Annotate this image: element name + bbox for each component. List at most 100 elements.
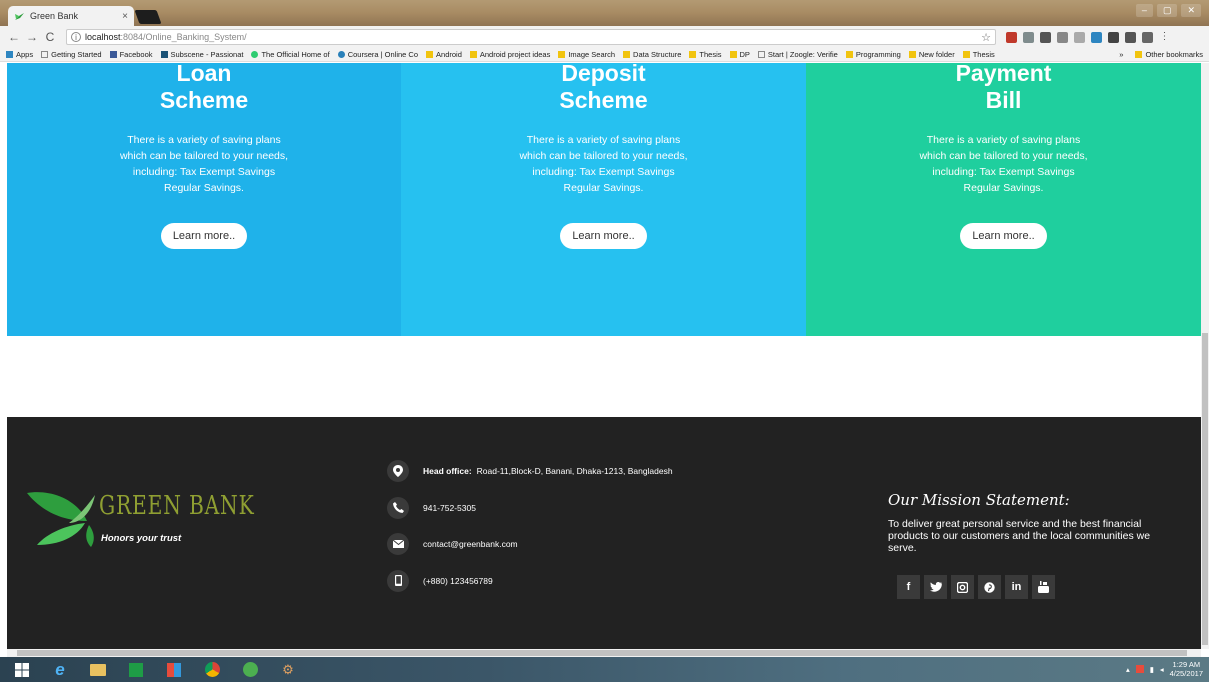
bookmark-item[interactable]: DP	[729, 50, 750, 59]
extension-icon[interactable]	[1108, 31, 1119, 43]
bookmark-item[interactable]: Thesis	[689, 50, 722, 59]
extension-blue-icon[interactable]	[1091, 31, 1102, 43]
horizontal-scrollbar[interactable]	[7, 649, 1201, 657]
bookmark-item[interactable]: Thesis	[962, 50, 995, 59]
mission-text: To deliver great personal service and th…	[888, 518, 1151, 554]
learn-more-button[interactable]: Learn more..	[560, 223, 647, 249]
new-tab-button[interactable]	[134, 10, 162, 24]
back-icon[interactable]: ←	[6, 30, 22, 44]
mobile-phone-icon	[387, 569, 409, 592]
instagram-icon[interactable]	[951, 575, 974, 599]
loan-scheme-card: Loan Scheme There is a variety of saving…	[7, 63, 401, 336]
extensions-area: ⋮	[1006, 31, 1170, 43]
twitter-icon[interactable]	[924, 575, 947, 599]
bookmark-item[interactable]: The Official Home of	[251, 50, 330, 59]
bookmark-item[interactable]: New folder	[908, 50, 955, 59]
folder-icon	[908, 51, 916, 58]
folder-icon	[558, 51, 566, 58]
browser-tab-bar: Green Bank × – ▢ ✕	[0, 0, 1209, 26]
shield-icon[interactable]	[1142, 31, 1153, 43]
deposit-scheme-card: Deposit Scheme There is a variety of sav…	[401, 63, 806, 336]
facebook-icon[interactable]: f	[897, 575, 920, 599]
cloud-icon[interactable]	[1040, 31, 1051, 43]
taskbar-clock[interactable]: 1:29 AM 4/25/2017	[1170, 660, 1203, 678]
file-explorer-icon[interactable]	[82, 659, 114, 680]
volume-icon[interactable]: ◂	[1160, 665, 1164, 674]
learn-more-button[interactable]: Learn more..	[960, 223, 1047, 249]
chrome-icon[interactable]	[196, 659, 228, 680]
folder-icon	[845, 51, 853, 58]
scheme-description: There is a variety of saving plans which…	[119, 134, 289, 194]
contact-head-office: Head office: Road-11,Block-D, Banani, Dh…	[387, 460, 673, 482]
tray-chevron-icon[interactable]: ▴	[1126, 665, 1130, 674]
bookmark-item[interactable]: Getting Started	[41, 50, 102, 59]
vertical-scrollbar[interactable]	[1201, 63, 1209, 649]
envelope-icon	[387, 533, 409, 555]
system-tray: ▴ ▮ ◂ 1:29 AM 4/25/2017	[1126, 660, 1203, 678]
folder-icon	[962, 51, 970, 58]
contact-mobile: (+880) 123456789	[387, 569, 673, 592]
window-close-icon[interactable]: ✕	[1181, 4, 1201, 17]
bookmarks-bar: Apps Getting Started Facebook Subscene -…	[0, 48, 1209, 62]
url-path: :8084/Online_Banking_System/	[120, 32, 247, 42]
learn-more-button[interactable]: Learn more..	[160, 223, 248, 249]
bookmark-item[interactable]: Start | Zoogle: Verifie	[757, 50, 838, 59]
contact-email: contact@greenbank.com	[387, 533, 673, 555]
bookmarks-overflow-icon[interactable]: »	[1119, 50, 1123, 59]
internet-explorer-icon[interactable]: e	[44, 659, 76, 680]
youtube-icon[interactable]	[1032, 575, 1055, 599]
pinterest-icon[interactable]	[978, 575, 1001, 599]
app-colorful-icon[interactable]	[158, 659, 190, 680]
extension-icon[interactable]	[1057, 31, 1068, 43]
browser-tab[interactable]: Green Bank ×	[8, 6, 134, 26]
apps-grid-icon	[6, 51, 13, 58]
mail-icon[interactable]	[1125, 31, 1136, 43]
phone-icon	[387, 496, 409, 519]
bookmark-item[interactable]: Programming	[845, 50, 901, 59]
bookmark-item[interactable]: Data Structure	[623, 50, 681, 59]
forward-icon[interactable]: →	[24, 30, 40, 44]
extension-icon[interactable]	[1074, 31, 1085, 43]
network-icon[interactable]: ▮	[1150, 665, 1154, 674]
bookmark-item[interactable]: Apps	[6, 50, 33, 59]
tray-red-icon[interactable]	[1135, 665, 1144, 673]
folder-icon	[623, 51, 631, 58]
logo-wordmark: GREEN BANK	[99, 491, 255, 521]
scrollbar-thumb[interactable]	[1202, 333, 1208, 645]
reload-icon[interactable]: C	[42, 30, 58, 44]
globe-app-icon[interactable]	[234, 659, 266, 680]
minimize-icon[interactable]: –	[1135, 4, 1153, 17]
mission-title: Our Mission Statement:	[888, 491, 1070, 509]
linkedin-icon[interactable]: in	[1005, 575, 1028, 599]
info-icon[interactable]: i	[71, 32, 81, 42]
store-icon[interactable]	[120, 659, 152, 680]
page-icon	[41, 51, 49, 58]
bookmark-item[interactable]: Coursera | Online Co	[337, 50, 418, 59]
folder-icon	[729, 51, 737, 58]
location-pin-icon	[387, 460, 409, 482]
scheme-description: There is a variety of saving plans which…	[519, 134, 688, 194]
scrollbar-thumb[interactable]	[17, 650, 1187, 656]
bookmark-item[interactable]: Android	[426, 50, 462, 59]
bookmark-star-icon[interactable]: ☆	[981, 31, 991, 44]
other-bookmarks[interactable]: » Other bookmarks	[1119, 50, 1203, 59]
bookmark-item[interactable]: Android project ideas	[469, 50, 550, 59]
taskbar-apps: e ⚙	[6, 659, 304, 680]
site-footer: GREEN BANK Honors your trust Head office…	[7, 417, 1201, 649]
page-icon	[757, 51, 765, 58]
folder-icon	[426, 51, 434, 58]
extension-gray-icon[interactable]	[1023, 31, 1034, 43]
payment-bill-card: Payment Bill There is a variety of savin…	[806, 63, 1201, 336]
coursera-icon	[337, 51, 345, 58]
bookmark-item[interactable]: Facebook	[109, 50, 153, 59]
extension-red-icon[interactable]	[1006, 31, 1017, 43]
windows-start-icon[interactable]	[6, 659, 38, 680]
tab-close-icon[interactable]: ×	[122, 11, 128, 22]
menu-kebab-icon[interactable]: ⋮	[1159, 31, 1170, 43]
url-host: localhost	[85, 32, 121, 42]
bookmark-item[interactable]: Subscene - Passionat	[160, 50, 243, 59]
bookmark-item[interactable]: Image Search	[558, 50, 615, 59]
settings-gear-icon[interactable]: ⚙	[272, 659, 304, 680]
maximize-icon[interactable]: ▢	[1156, 4, 1178, 17]
address-bar[interactable]: i localhost :8084/Online_Banking_System/…	[66, 29, 996, 45]
